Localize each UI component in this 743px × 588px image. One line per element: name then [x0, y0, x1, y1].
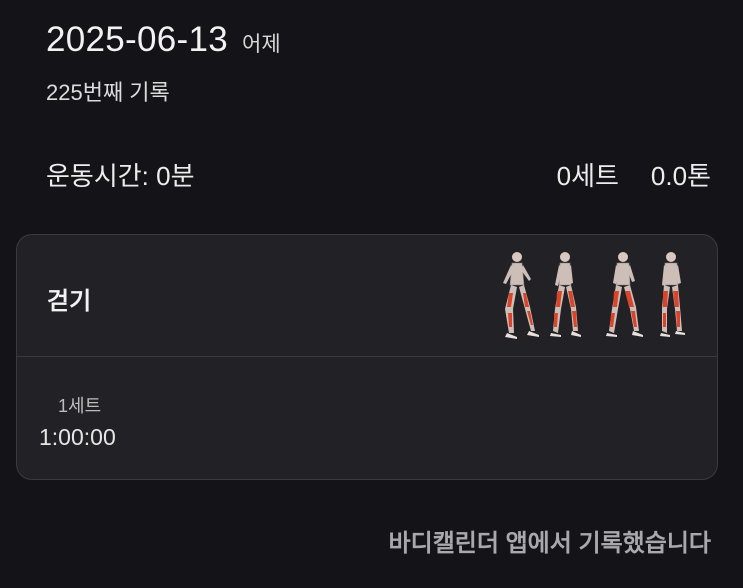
relative-day-label: 어제 — [242, 33, 281, 56]
total-volume: 0.0톤 — [650, 161, 711, 191]
date-header: 2025-06-13 어제 — [46, 20, 281, 60]
record-source-note: 바디캘린더 앱에서 기록했습니다 — [388, 530, 711, 557]
walking-figure-3 — [606, 252, 643, 337]
exercise-card[interactable]: 걷기 1세트 1:00:00 — [16, 234, 718, 480]
walking-figure-1 — [503, 252, 539, 339]
walking-muscle-figures-icon — [503, 252, 685, 339]
set-label: 1세트 — [58, 396, 102, 416]
date-title: 2025-06-13 — [46, 20, 229, 59]
walking-figure-2 — [550, 252, 581, 337]
set-duration: 1:00:00 — [39, 424, 116, 450]
record-count: 225번째 기록 — [46, 80, 170, 105]
workout-totals: 0세트 0.0톤 — [557, 156, 711, 193]
workout-stats: 운동시간: 0분 0세트 0.0톤 — [46, 156, 711, 193]
workout-time: 운동시간: 0분 — [46, 161, 195, 191]
walking-figure-4 — [660, 252, 685, 337]
total-sets: 0세트 — [556, 161, 619, 191]
exercise-name: 걷기 — [47, 288, 92, 315]
exercise-card-header[interactable]: 걷기 — [17, 235, 717, 357]
